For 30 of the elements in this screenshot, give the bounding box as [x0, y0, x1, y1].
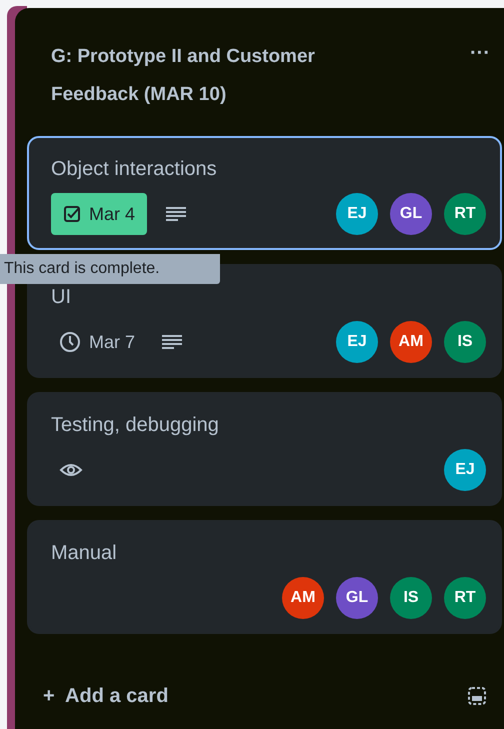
- card-title: Testing, debugging: [51, 413, 220, 438]
- card[interactable]: Object interactions Mar 4 EJ GL RT: [27, 136, 502, 250]
- member-avatar[interactable]: RT: [444, 577, 486, 619]
- card-title: Object interactions: [51, 157, 218, 182]
- member-avatar[interactable]: EJ: [336, 321, 378, 363]
- member-avatar[interactable]: EJ: [444, 449, 486, 491]
- checkbox-icon: [63, 205, 81, 223]
- add-card-button[interactable]: + Add a card: [43, 681, 466, 711]
- member-avatar[interactable]: IS: [390, 577, 432, 619]
- member-avatar[interactable]: GL: [336, 577, 378, 619]
- member-avatar[interactable]: EJ: [336, 193, 378, 235]
- member-avatar[interactable]: AM: [390, 321, 432, 363]
- list-menu-button[interactable]: ···: [470, 38, 490, 68]
- card[interactable]: Testing, debugging EJ: [27, 392, 502, 506]
- due-date-badge[interactable]: Mar 7: [51, 321, 144, 363]
- member-avatar[interactable]: AM: [282, 577, 324, 619]
- member-avatar[interactable]: RT: [444, 193, 486, 235]
- eye-icon: [59, 461, 83, 479]
- card-title: Manual: [51, 541, 118, 566]
- member-avatar[interactable]: GL: [390, 193, 432, 235]
- description-icon: [161, 333, 184, 351]
- tooltip: This card is complete.: [0, 254, 220, 284]
- list-title: G: Prototype II and Customer Feedback (MAR 10): [51, 45, 316, 107]
- card[interactable]: Manual AM GL IS RT: [27, 520, 502, 634]
- member-avatar[interactable]: IS: [444, 321, 486, 363]
- template-icon[interactable]: [466, 685, 488, 707]
- card-title: UI: [51, 285, 72, 310]
- clock-icon: [59, 331, 81, 353]
- due-date-badge[interactable]: Mar 4: [51, 193, 148, 235]
- description-icon: [165, 205, 188, 223]
